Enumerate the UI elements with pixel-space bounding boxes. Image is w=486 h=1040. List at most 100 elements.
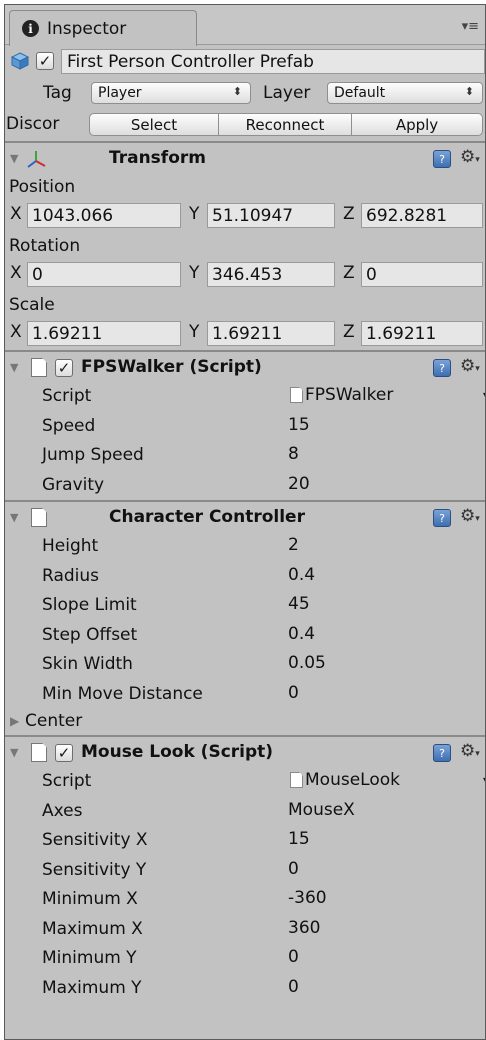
property-label: Gravity xyxy=(42,474,105,495)
property-label: Speed xyxy=(42,415,96,436)
reconnect-button[interactable]: Reconnect xyxy=(218,113,352,136)
scale-x-field[interactable]: 1.69211 xyxy=(27,321,181,346)
center-label: Center xyxy=(25,711,83,731)
gear-icon[interactable]: ⚙ xyxy=(460,356,480,376)
panel-menu-icon[interactable]: ▾≡ xyxy=(462,19,479,34)
object-name-field[interactable]: First Person Controller Prefab xyxy=(61,49,485,74)
tag-select[interactable]: Player ⬍ xyxy=(91,82,251,104)
script-file-icon xyxy=(31,358,47,377)
property-value: MouseLook xyxy=(305,770,400,790)
inspector-panel: i Inspector ▾≡ ✓ First Person Controller… xyxy=(4,4,486,1040)
rotation-z-field[interactable]: 0 xyxy=(361,262,483,287)
property-row: Maximum Y 0 xyxy=(5,974,485,1004)
transform-title: Transform xyxy=(109,148,206,168)
property-value[interactable]: 0 xyxy=(288,859,299,879)
layer-value: Default xyxy=(334,85,386,101)
property-label: Step Offset xyxy=(42,624,138,645)
property-row: Axes MouseX ⬍ xyxy=(5,797,485,827)
property-row: Skin Width 0.05 xyxy=(5,650,485,680)
property-label: Skin Width xyxy=(42,654,133,674)
mouselook-header[interactable]: ▼ ✓ Mouse Look (Script) ? ⚙ xyxy=(5,735,485,767)
tag-value: Player xyxy=(98,85,142,101)
property-label: Slope Limit xyxy=(42,595,137,615)
x-axis-label: X xyxy=(10,204,22,224)
property-value[interactable]: 0 xyxy=(288,947,299,967)
transform-axes-icon xyxy=(27,151,46,168)
tab-inspector[interactable]: i Inspector xyxy=(9,10,197,46)
script-file-icon xyxy=(290,387,303,403)
property-label: Height xyxy=(42,536,99,556)
active-checkbox[interactable]: ✓ xyxy=(36,52,54,70)
z-axis-label: Z xyxy=(343,263,355,283)
gear-icon[interactable]: ⚙ xyxy=(460,741,480,761)
scale-y-field[interactable]: 1.69211 xyxy=(207,321,335,346)
character-controller-title: Character Controller xyxy=(109,507,305,527)
fpswalker-header[interactable]: ▼ ✓ FPSWalker (Script) ? ⚙ xyxy=(5,350,485,382)
transform-header[interactable]: ▼ Transform ? ⚙ xyxy=(5,141,485,173)
property-value[interactable]: 15 xyxy=(288,415,310,435)
property-row: Step Offset 0.4 xyxy=(5,621,485,651)
property-label: Sensitivity X xyxy=(42,830,148,850)
character-controller-header[interactable]: ▼ Character Controller ? ⚙ xyxy=(5,500,485,532)
enabled-checkbox[interactable]: ✓ xyxy=(55,359,73,377)
fold-arrow-icon[interactable]: ▼ xyxy=(10,746,18,759)
fold-arrow-icon[interactable]: ▼ xyxy=(10,361,18,374)
script-object-field[interactable]: MouseLook xyxy=(290,770,400,790)
scale-z-field[interactable]: 1.69211 xyxy=(361,321,483,346)
property-label: Script xyxy=(42,386,92,406)
property-label: Maximum X xyxy=(42,918,143,939)
apply-button[interactable]: Apply xyxy=(351,113,483,136)
fold-arrow-icon[interactable]: ▶ xyxy=(10,714,19,728)
rotation-row: X 0 Y 346.453 Z 0 xyxy=(5,259,485,291)
property-value[interactable]: 20 xyxy=(288,474,310,494)
enabled-checkbox[interactable]: ✓ xyxy=(55,744,73,762)
scale-row: X 1.69211 Y 1.69211 Z 1.69211 xyxy=(5,318,485,350)
tab-label: Inspector xyxy=(47,18,127,39)
prefab-row: Discor Select Reconnect Apply xyxy=(5,109,485,141)
property-value[interactable]: 45 xyxy=(288,594,310,614)
property-value: FPSWalker xyxy=(305,385,394,405)
rotation-y-field[interactable]: 346.453 xyxy=(207,262,335,287)
position-z-field[interactable]: 692.8281 xyxy=(361,203,483,228)
select-button[interactable]: Select xyxy=(89,113,219,136)
property-value[interactable]: 0 xyxy=(288,683,299,703)
property-value[interactable]: 0.4 xyxy=(288,624,315,644)
property-value[interactable]: 360 xyxy=(288,918,320,938)
property-value[interactable]: 2 xyxy=(288,535,299,555)
fold-arrow-icon[interactable]: ▼ xyxy=(10,511,18,524)
property-value[interactable]: 0.4 xyxy=(288,565,315,585)
property-row: Jump Speed 8 xyxy=(5,441,485,471)
help-icon[interactable]: ? xyxy=(433,150,451,168)
property-value[interactable]: 0.05 xyxy=(288,653,326,673)
rotation-x-field[interactable]: 0 xyxy=(27,262,181,287)
fold-arrow-icon[interactable]: ▼ xyxy=(10,152,18,165)
layer-select[interactable]: Default ⬍ xyxy=(327,82,483,104)
gear-icon[interactable]: ⚙ xyxy=(460,147,480,167)
gear-icon[interactable]: ⚙ xyxy=(460,506,480,526)
property-value[interactable]: -360 xyxy=(288,888,327,908)
center-foldout[interactable]: ▶ Center xyxy=(5,709,485,735)
position-label: Position xyxy=(9,176,76,197)
property-row: Script FPSWalker ▾ xyxy=(5,382,485,412)
position-y-field[interactable]: 51.10947 xyxy=(207,203,335,228)
tag-layer-row: Tag Player ⬍ Layer Default ⬍ xyxy=(5,79,485,109)
script-object-field[interactable]: FPSWalker xyxy=(290,385,393,405)
help-icon[interactable]: ? xyxy=(433,359,451,377)
rotation-label: Rotation xyxy=(9,235,81,256)
property-value[interactable]: 8 xyxy=(288,444,299,464)
help-icon[interactable]: ? xyxy=(433,744,451,762)
property-label: Min Move Distance xyxy=(42,683,203,704)
property-row: Gravity 20 xyxy=(5,471,485,501)
position-x-field[interactable]: 1043.066 xyxy=(27,203,181,228)
script-file-icon xyxy=(290,772,303,788)
help-icon[interactable]: ? xyxy=(433,509,451,527)
property-label: Axes xyxy=(42,800,83,821)
info-icon: i xyxy=(22,20,39,37)
property-value[interactable]: 0 xyxy=(288,977,299,997)
property-value[interactable]: 15 xyxy=(288,829,310,849)
property-row: Speed 15 xyxy=(5,412,485,442)
z-axis-label: Z xyxy=(343,204,355,224)
axes-dropdown[interactable]: MouseX xyxy=(288,800,355,820)
y-axis-label: Y xyxy=(189,204,200,224)
tab-bar: i Inspector ▾≡ xyxy=(5,5,485,46)
